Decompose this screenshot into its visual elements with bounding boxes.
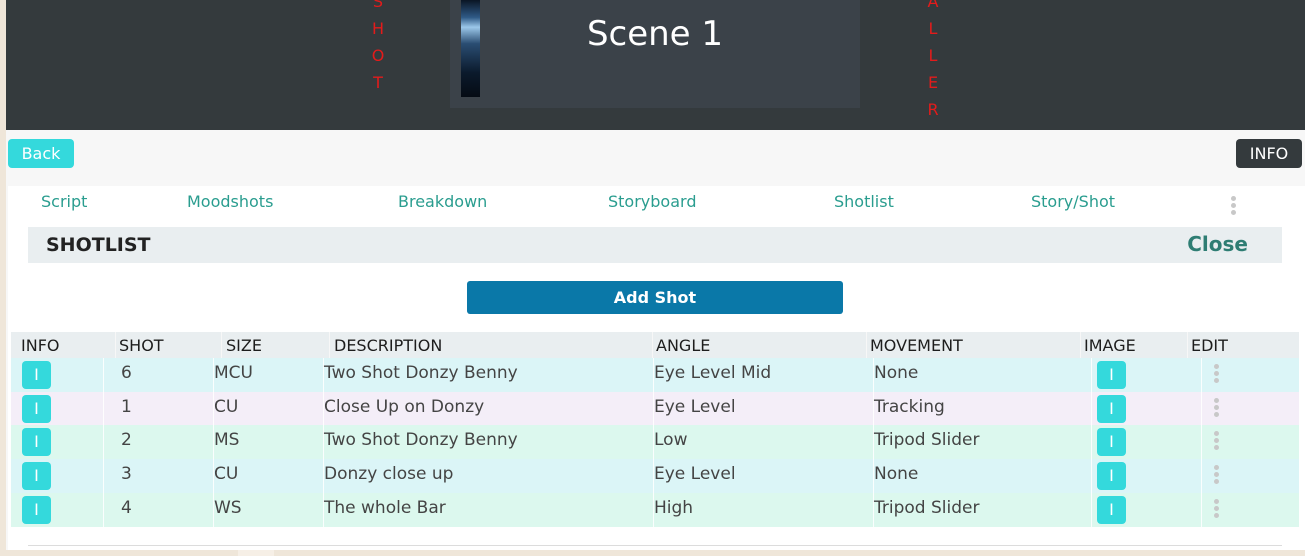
scene-title: Scene 1	[586, 14, 724, 54]
vertical-letter: T	[373, 73, 383, 92]
row-edit-menu-icon[interactable]	[1212, 499, 1220, 521]
more-tabs-icon[interactable]	[1229, 196, 1237, 216]
add-shot-button[interactable]: Add Shot	[467, 281, 843, 314]
cell-divider	[1091, 425, 1092, 459]
cell-movement: Tripod Slider	[874, 430, 980, 450]
cell-divider	[1201, 358, 1202, 392]
tab-script[interactable]: Script	[41, 192, 87, 211]
vertical-letter: H	[371, 19, 385, 38]
cell-shot: 3	[121, 464, 132, 484]
cell-shot: 1	[121, 397, 132, 417]
cell-divider	[1091, 459, 1092, 493]
bottom-strip	[0, 550, 1305, 556]
tab-story-shot[interactable]: Story/Shot	[1031, 192, 1115, 211]
cell-size: WS	[214, 498, 242, 518]
cell-size: MCU	[214, 363, 253, 383]
row-edit-menu-icon[interactable]	[1212, 398, 1220, 420]
column-header-image: IMAGE	[1084, 336, 1136, 355]
table-header: INFO SHOT SIZE DESCRIPTION ANGLE MOVEMEN…	[11, 332, 1299, 358]
cell-angle: Low	[654, 430, 688, 450]
column-header-description: DESCRIPTION	[334, 336, 443, 355]
cell-divider	[103, 392, 104, 426]
row-edit-menu-icon[interactable]	[1212, 465, 1220, 487]
cell-description: Two Shot Donzy Benny	[324, 430, 518, 450]
cell-angle: High	[654, 498, 694, 518]
row-edit-menu-icon[interactable]	[1212, 364, 1220, 386]
cell-movement: None	[874, 363, 919, 383]
vertical-letter: O	[371, 46, 385, 65]
vertical-letter: S	[372, 0, 384, 11]
row-info-button[interactable]: I	[22, 361, 51, 389]
column-header-edit: EDIT	[1191, 336, 1228, 355]
row-image-button[interactable]: I	[1097, 496, 1126, 524]
cell-movement: Tracking	[874, 397, 945, 417]
table-row: I 4 WS The whole Bar High Tripod Slider I	[11, 493, 1299, 527]
table-row: I 6 MCU Two Shot Donzy Benny Eye Level Mid No…	[11, 358, 1299, 392]
row-image-button[interactable]: I	[1097, 395, 1126, 423]
shotlist-panel-header: SHOTLIST Close	[28, 227, 1282, 263]
tab-shotlist[interactable]: Shotlist	[834, 192, 894, 211]
cell-description: Close Up on Donzy	[324, 397, 485, 417]
row-info-button[interactable]: I	[22, 395, 51, 423]
cell-divider	[103, 493, 104, 527]
cell-movement: Tripod Slider	[874, 498, 980, 518]
divider	[28, 545, 1282, 546]
column-header-size: SIZE	[226, 336, 262, 355]
close-button[interactable]: Close	[1187, 232, 1248, 256]
table-row: I 3 CU Donzy close up Eye Level None I	[11, 459, 1299, 493]
column-header-info: INFO	[21, 336, 60, 355]
vertical-letter: E	[927, 73, 939, 92]
cell-size: MS	[214, 430, 240, 450]
cell-shot: 2	[121, 430, 132, 450]
cell-divider	[1201, 392, 1202, 426]
vertical-letter: R	[927, 100, 939, 119]
cell-size: CU	[214, 464, 239, 484]
vertical-letter: L	[928, 19, 938, 38]
table-row: I 2 MS Two Shot Donzy Benny Low Tripod Slider…	[11, 425, 1299, 459]
row-info-button[interactable]: I	[22, 428, 51, 456]
info-button[interactable]: INFO	[1236, 139, 1302, 168]
row-image-button[interactable]: I	[1097, 462, 1126, 490]
cell-angle: Eye Level	[654, 397, 736, 417]
scene-header-panel: Scene 1	[450, 0, 860, 108]
row-info-button[interactable]: I	[22, 462, 51, 490]
column-header-angle: ANGLE	[656, 336, 711, 355]
cell-divider	[1201, 459, 1202, 493]
tab-moodshots[interactable]: Moodshots	[187, 192, 273, 211]
column-header-shot: SHOT	[119, 336, 164, 355]
cell-size: CU	[214, 397, 239, 417]
cell-divider	[103, 459, 104, 493]
cell-shot: 6	[121, 363, 132, 383]
tab-storyboard[interactable]: Storyboard	[608, 192, 696, 211]
cell-divider	[1091, 392, 1092, 426]
shotlist-title: SHOTLIST	[46, 234, 151, 256]
cell-description: Donzy close up	[324, 464, 454, 484]
row-info-button[interactable]: I	[22, 496, 51, 524]
row-edit-menu-icon[interactable]	[1212, 431, 1220, 453]
cell-angle: Eye Level	[654, 464, 736, 484]
cell-shot: 4	[121, 498, 132, 518]
back-button[interactable]: Back	[8, 139, 74, 168]
column-header-movement: MOVEMENT	[870, 336, 963, 355]
cell-description: Two Shot Donzy Benny	[324, 363, 518, 383]
row-image-button[interactable]: I	[1097, 428, 1126, 456]
cell-description: The whole Bar	[324, 498, 446, 518]
cell-divider	[1201, 425, 1202, 459]
cell-divider	[103, 425, 104, 459]
tab-breakdown[interactable]: Breakdown	[398, 192, 487, 211]
cell-angle: Eye Level Mid	[654, 363, 772, 383]
cell-divider	[103, 358, 104, 392]
table-row: I 1 CU Close Up on Donzy Eye Level Tracking I	[11, 392, 1299, 426]
vertical-letter: A	[927, 0, 939, 11]
cell-divider	[1091, 493, 1092, 527]
vertical-letter: L	[928, 46, 938, 65]
cell-movement: None	[874, 464, 919, 484]
cell-divider	[1091, 358, 1092, 392]
cell-divider	[1201, 493, 1202, 527]
row-image-button[interactable]: I	[1097, 361, 1126, 389]
